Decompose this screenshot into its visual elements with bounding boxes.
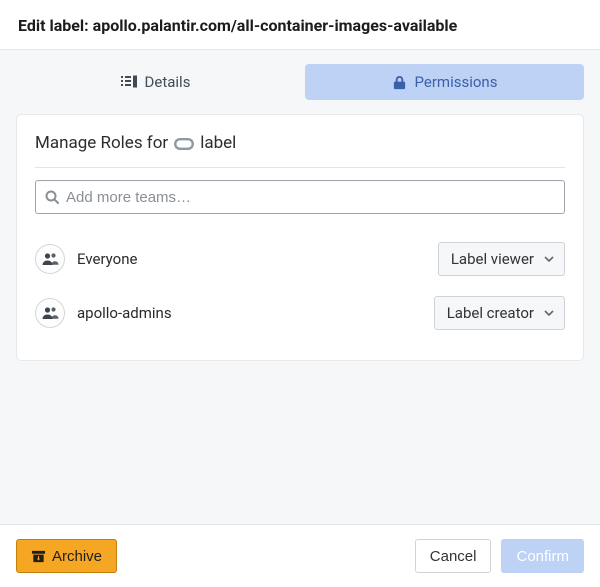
role-name: Everyone [77, 250, 137, 268]
tab-bar: Details Permissions [16, 64, 584, 100]
role-select[interactable]: Label creator [434, 296, 565, 330]
dialog-footer: Archive Cancel Confirm [0, 524, 600, 587]
search-icon [44, 189, 60, 205]
role-row-left: apollo-admins [35, 298, 172, 328]
archive-icon [31, 549, 46, 564]
tab-details[interactable]: Details [16, 64, 295, 100]
archive-button[interactable]: Archive [16, 539, 117, 573]
cancel-label: Cancel [430, 548, 477, 565]
panel-title: Manage Roles for label [35, 133, 565, 153]
tab-permissions[interactable]: Permissions [305, 64, 584, 100]
group-avatar [35, 298, 65, 328]
panel-title-prefix: Manage Roles for [35, 133, 168, 153]
archive-label: Archive [52, 548, 102, 565]
add-teams-input[interactable] [66, 189, 556, 206]
panel-divider [35, 167, 565, 168]
dialog-title: Edit label: apollo.palantir.com/all-cont… [18, 16, 582, 35]
tab-details-label: Details [145, 73, 191, 91]
caret-down-icon [544, 308, 554, 318]
caret-down-icon [544, 254, 554, 264]
panel-title-suffix: label [200, 133, 236, 153]
role-row: Everyone Label viewer [35, 232, 565, 286]
lock-icon [392, 75, 407, 90]
confirm-label: Confirm [516, 548, 569, 565]
role-select-value: Label viewer [451, 250, 534, 268]
roles-panel: Manage Roles for label [16, 114, 584, 361]
footer-right: Cancel Confirm [415, 539, 584, 573]
cancel-button[interactable]: Cancel [415, 539, 492, 573]
role-row: apollo-admins Label creator [35, 286, 565, 340]
add-teams-search[interactable] [35, 180, 565, 214]
role-row-left: Everyone [35, 244, 137, 274]
role-select-value: Label creator [447, 304, 534, 322]
group-avatar [35, 244, 65, 274]
role-name: apollo-admins [77, 304, 172, 322]
role-select[interactable]: Label viewer [438, 242, 565, 276]
dialog-body: Details Permissions Manage Roles for lab… [0, 50, 600, 524]
label-chip-icon [174, 137, 194, 149]
confirm-button[interactable]: Confirm [501, 539, 584, 573]
details-icon [121, 74, 137, 90]
tab-permissions-label: Permissions [415, 73, 498, 91]
dialog-header: Edit label: apollo.palantir.com/all-cont… [0, 0, 600, 50]
